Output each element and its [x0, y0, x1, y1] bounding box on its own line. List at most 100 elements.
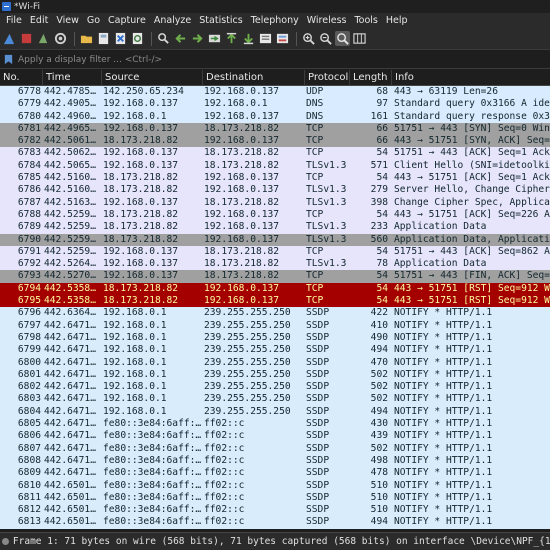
autoscroll-icon[interactable]	[258, 31, 273, 46]
packet-row[interactable]: 6787 442.5163… 192.168.0.137 18.173.218.82 T…	[0, 196, 550, 209]
column-header-destination[interactable]: Destination	[203, 69, 305, 86]
packet-row[interactable]: 6791 442.5259… 192.168.0.137 18.173.218.82 T…	[0, 245, 550, 259]
packet-row[interactable]: 6780 442.4960… 192.168.0.1 192.168.0.137 DNS…	[0, 110, 550, 123]
packet-info: 443 → 51751 [RST] Seq=912 W	[394, 295, 550, 307]
column-header-time[interactable]: Time	[43, 69, 102, 86]
packet-row[interactable]: 6788 442.5259… 18.173.218.82 192.168.0.137 T…	[0, 208, 550, 222]
first-icon[interactable]	[224, 31, 239, 46]
packet-time: 442.6471…	[44, 442, 96, 454]
packet-row[interactable]: 6785 442.5160… 18.173.218.82 192.168.0.137 T…	[0, 172, 550, 185]
packet-row[interactable]: 6812 442.6501… fe80::3e84:6aff:… ff02::c SSD…	[0, 504, 550, 517]
column-header-length[interactable]: Length	[350, 69, 392, 86]
column-header-no[interactable]: No.	[0, 69, 43, 86]
packet-row[interactable]: 6811 442.6501… fe80::3e84:6aff:… ff02::c SSD…	[0, 491, 550, 505]
packet-row[interactable]: 6781 442.4965… 192.168.0.137 18.173.218.82 T…	[0, 122, 550, 136]
packet-row[interactable]: 6792 442.5264… 192.168.0.137 18.173.218.82 T…	[0, 258, 550, 271]
toolbar-separator	[151, 31, 152, 46]
packet-info: NOTIFY * HTTP/1.1	[394, 516, 493, 528]
column-header-source[interactable]: Source	[102, 69, 203, 86]
packet-length: 422	[370, 307, 388, 319]
filter-bookmark-icon[interactable]	[1, 53, 15, 67]
packet-number: 6785	[17, 172, 41, 184]
packet-row[interactable]: 6790 442.5259… 18.173.218.82 192.168.0.137 T…	[0, 233, 550, 246]
packet-time: 442.5264…	[44, 258, 96, 270]
packet-row[interactable]: 6805 442.6471… fe80::3e84:6aff:… ff02::c SSD…	[0, 418, 550, 431]
menu-analyze[interactable]: Analyze	[150, 13, 195, 28]
menu-capture[interactable]: Capture	[104, 13, 150, 28]
packet-row[interactable]: 6784 442.5065… 192.168.0.137 18.173.218.82 T…	[0, 159, 550, 173]
forward-icon[interactable]	[190, 31, 205, 46]
colorize-icon[interactable]	[275, 31, 290, 46]
packet-row[interactable]: 6804 442.6471… 192.168.0.1 239.255.255.250 S…	[0, 405, 550, 419]
display-filter-input[interactable]	[15, 51, 550, 68]
packet-row[interactable]: 6808 442.6471… fe80::3e84:6aff:… ff02::c SSD…	[0, 454, 550, 468]
packet-number: 6800	[17, 356, 41, 368]
column-header-protocol[interactable]: Protocol	[305, 69, 350, 86]
last-icon[interactable]	[241, 31, 256, 46]
packet-row[interactable]: 6800 442.6471… 192.168.0.1 239.255.255.250 S…	[0, 356, 550, 369]
menu-go[interactable]: Go	[83, 13, 104, 28]
reload-icon[interactable]	[130, 31, 145, 46]
restart-icon[interactable]	[36, 31, 51, 46]
packet-row[interactable]: 6797 442.6471… 192.168.0.1 239.255.255.250 S…	[0, 319, 550, 332]
packet-row[interactable]: 6810 442.6501… fe80::3e84:6aff:… ff02::c SSD…	[0, 479, 550, 492]
packet-row[interactable]: 6794 442.5358… 18.173.218.82 192.168.0.137 T…	[0, 282, 550, 296]
zoom-reset-icon[interactable]	[335, 31, 350, 46]
find-icon[interactable]	[156, 31, 171, 46]
packet-row[interactable]: 6806 442.6471… fe80::3e84:6aff:… ff02::c SSD…	[0, 430, 550, 443]
zoom-out-icon[interactable]	[318, 31, 333, 46]
packet-row[interactable]: 6779 442.4905… 192.168.0.137 192.168.0.1 DNS…	[0, 98, 550, 111]
packet-row[interactable]: 6807 442.6471… fe80::3e84:6aff:… ff02::c SSD…	[0, 442, 550, 455]
packet-row[interactable]: 6799 442.6471… 192.168.0.1 239.255.255.250 S…	[0, 344, 550, 357]
packet-row[interactable]: 6786 442.5160… 18.173.218.82 192.168.0.137 T…	[0, 184, 550, 197]
packet-row[interactable]: 6813 442.6501… fe80::3e84:6aff:… ff02::c SSD…	[0, 516, 550, 529]
packet-row[interactable]: 6789 442.5259… 18.173.218.82 192.168.0.137 T…	[0, 221, 550, 234]
shark-fin-start-icon[interactable]	[2, 31, 17, 46]
packet-info: NOTIFY * HTTP/1.1	[394, 491, 493, 503]
back-icon[interactable]	[173, 31, 188, 46]
packet-row[interactable]: 6798 442.6471… 192.168.0.1 239.255.255.250 S…	[0, 331, 550, 345]
packet-source: 192.168.0.1	[103, 356, 167, 368]
menu-view[interactable]: View	[52, 13, 83, 28]
zoom-in-icon[interactable]	[301, 31, 316, 46]
menu-edit[interactable]: Edit	[26, 13, 52, 28]
packet-row[interactable]: 6778 442.4785… 142.250.65.234 192.168.0.137…	[0, 86, 550, 99]
column-header-info[interactable]: Info	[392, 70, 550, 86]
packet-row[interactable]: 6809 442.6471… fe80::3e84:6aff:… ff02::c SSD…	[0, 467, 550, 480]
menu-file[interactable]: File	[2, 13, 26, 28]
capture-status-icon[interactable]	[2, 538, 9, 545]
packet-length: 494	[370, 344, 388, 356]
packet-info: Change Cipher Spec, Applica	[394, 196, 550, 208]
packet-row[interactable]: 6803 442.6471… 192.168.0.1 239.255.255.250 S…	[0, 393, 550, 406]
packet-info: NOTIFY * HTTP/1.1	[394, 442, 493, 454]
packet-row[interactable]: 6802 442.6471… 192.168.0.1 239.255.255.250 S…	[0, 381, 550, 394]
packet-row[interactable]: 6795 442.5358… 18.173.218.82 192.168.0.137 T…	[0, 295, 550, 308]
packet-time: 442.5259…	[44, 245, 96, 257]
close-file-icon[interactable]	[113, 31, 128, 46]
packet-length: 490	[370, 331, 388, 343]
packet-list[interactable]: 6778 442.4785… 142.250.65.234 192.168.0.137…	[0, 86, 550, 532]
open-file-icon[interactable]	[79, 31, 94, 46]
packet-row[interactable]: 6796 442.6364… 192.168.0.1 239.255.255.250 S…	[0, 307, 550, 320]
packet-length: 54	[376, 295, 388, 307]
packet-row[interactable]: 6783 442.5062… 192.168.0.137 18.173.218.82 T…	[0, 147, 550, 160]
packet-row[interactable]: 6782 442.5061… 18.173.218.82 192.168.0.137 T…	[0, 135, 550, 148]
menu-wireless[interactable]: Wireless	[303, 13, 351, 28]
packet-time: 442.5061…	[44, 135, 96, 147]
menu-telephony[interactable]: Telephony	[247, 13, 303, 28]
menu-statistics[interactable]: Statistics	[195, 13, 246, 28]
packet-row[interactable]: 6793 442.5270… 192.168.0.137 18.173.218.82 T…	[0, 270, 550, 283]
resize-columns-icon[interactable]	[352, 31, 367, 46]
packet-source: 18.173.218.82	[103, 184, 179, 196]
goto-icon[interactable]	[207, 31, 222, 46]
save-icon[interactable]	[96, 31, 111, 46]
menu-help[interactable]: Help	[382, 13, 412, 28]
options-icon[interactable]	[53, 31, 68, 46]
packet-length: 502	[370, 368, 388, 380]
packet-info: NOTIFY * HTTP/1.1	[394, 504, 493, 516]
stop-icon[interactable]	[19, 31, 34, 46]
packet-length: 494	[370, 516, 388, 528]
packet-destination: 18.173.218.82	[204, 258, 280, 270]
packet-row[interactable]: 6801 442.6471… 192.168.0.1 239.255.255.250 S…	[0, 368, 550, 382]
menu-tools[interactable]: Tools	[350, 13, 381, 28]
